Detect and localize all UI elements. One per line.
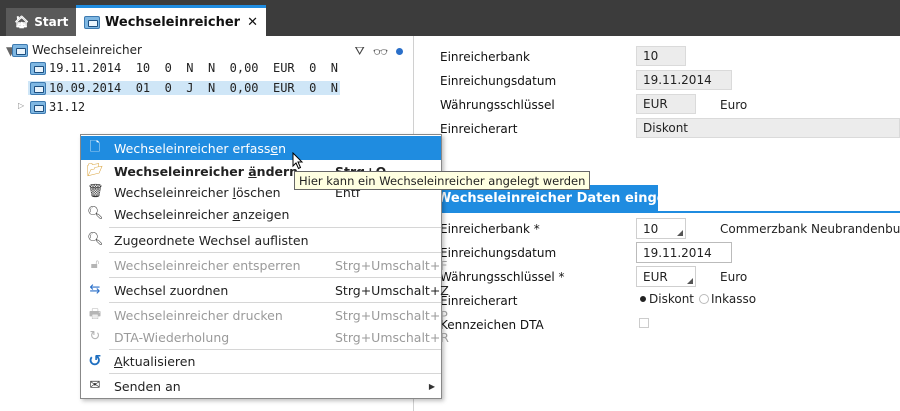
bank-label: Einreicherbank [440, 50, 530, 64]
menu-item-list-bills[interactable]: 🔍︎ Zugeordnete Wechsel auflisten [81, 228, 441, 252]
bill-submitter-icon [84, 15, 100, 29]
form-bank-name: Commerzbank Neubrandenburg [720, 222, 900, 236]
menu-item-print[interactable]: 🖶 Wechseleinreicher drucken Strg+Umschal… [81, 303, 448, 327]
tree-root-label: Wechseleinreicher [32, 43, 142, 57]
new-document-icon: 🗋 [89, 140, 101, 155]
form-date-label: Einreichungsdatum [440, 246, 557, 260]
tree-item-label: 31.12 [49, 100, 86, 114]
mouse-cursor-icon [292, 152, 304, 170]
date-label: Einreichungsdatum [440, 74, 557, 88]
menu-shortcut: Strg+Umschalt+P [335, 307, 448, 323]
tree-root[interactable]: Wechseleinreicher [12, 43, 142, 57]
expand-arrow-icon[interactable]: ▷ [18, 101, 24, 110]
menu-item-label: Wechsel zuordnen [114, 282, 229, 298]
menu-item-label: Wechseleinreicher löschen [114, 184, 281, 200]
send-mail-icon: ✉ [89, 378, 101, 393]
menu-item-label: Aktualisieren [114, 353, 196, 369]
form-date-value: 19.11.2014 [643, 245, 712, 260]
form-type-label: Einreicherart [440, 294, 518, 308]
radio-diskont-label: Diskont [649, 292, 694, 306]
form-currency-value: EUR [643, 269, 668, 284]
currency-label: Währungsschlüssel [440, 98, 555, 112]
submenu-arrow-icon: ▶ [428, 381, 435, 391]
form-date-input[interactable]: 19.11.2014 [636, 242, 732, 263]
tree-item-label: 19.11.2014 10 0 N N 0,00 EUR 0 N [49, 61, 338, 75]
tab-wechseleinreicher[interactable]: Wechseleinreicher ✕ [76, 5, 266, 36]
radio-inkasso[interactable] [699, 294, 709, 304]
tree-toolbar: ⛛ 👓︎ [355, 44, 403, 59]
home-icon: 🏠︎ [14, 15, 30, 29]
trash-icon: 🗑︎ [87, 184, 104, 199]
type-value: Diskont [636, 118, 900, 138]
radio-diskont[interactable] [640, 296, 646, 302]
tab-wechseleinreicher-label: Wechseleinreicher [105, 14, 241, 30]
menu-item-label: Wechseleinreicher anzeigen [114, 206, 290, 222]
menu-item-send-to[interactable]: ✉ Senden an ▶ [81, 374, 441, 398]
tab-start[interactable]: 🏠︎ Start [6, 8, 77, 36]
menu-item-label: Wechseleinreicher ändern [114, 163, 299, 179]
tree-item[interactable]: 19.11.2014 10 0 N N 0,00 EUR 0 N [28, 61, 340, 75]
radio-inkasso-label: Inkasso [711, 292, 757, 306]
menu-item-label: Wechseleinreicher entsperren [114, 257, 301, 273]
bill-submitter-icon [30, 100, 46, 114]
currency-value: EUR [636, 94, 696, 114]
menu-item-unlock[interactable]: 🔓︎ Wechseleinreicher entsperren Strg+Ums… [81, 253, 448, 277]
menu-item-create[interactable]: 🗋 Wechseleinreicher erfassen [81, 136, 441, 160]
tree-item-selected[interactable]: 10.09.2014 01 0 J N 0,00 EUR 0 N [28, 81, 340, 95]
menu-shortcut: Strg+Umschalt+F [335, 257, 448, 273]
tooltip: Hier kann ein Wechseleinreicher angelegt… [294, 171, 591, 190]
form-type-radio-group: Diskont Inkasso [637, 292, 756, 306]
menu-item-label: Wechseleinreicher erfassen [114, 140, 287, 156]
binoculars-icon[interactable]: 👓︎ [373, 45, 388, 59]
menu-item-label: Senden an [114, 378, 181, 394]
form-bank-label: Einreicherbank * [440, 222, 540, 236]
menu-item-label: Zugeordnete Wechsel auflisten [114, 232, 309, 248]
tree-item[interactable]: 31.12 [28, 100, 87, 114]
form-bank-value: 10 [643, 221, 659, 236]
form-dta-label: Kennzeichen DTA [440, 318, 544, 332]
dta-checkbox[interactable] [639, 318, 649, 328]
date-value: 19.11.2014 [636, 70, 732, 90]
menu-item-view[interactable]: 🔍︎ Wechseleinreicher anzeigen [81, 202, 441, 226]
status-dot-icon [396, 48, 403, 55]
refresh-icon: ↺ [88, 351, 102, 370]
form-currency-input[interactable]: EUR [636, 266, 696, 287]
menu-item-refresh[interactable]: ↺ Aktualisieren [81, 349, 441, 373]
menu-shortcut: Strg+Umschalt+R [335, 329, 449, 345]
assign-icon: ⇆ [89, 282, 101, 297]
bill-submitter-icon [30, 61, 46, 75]
form-bank-input[interactable]: 10 [636, 218, 686, 239]
bank-value: 10 [636, 46, 686, 66]
bill-submitter-icon [30, 81, 46, 95]
unlock-icon: 🔓︎ [90, 257, 100, 272]
filter-settings-icon[interactable]: ⛛ [355, 44, 365, 59]
folder-open-icon: 📂︎ [87, 163, 104, 178]
currency-name: Euro [720, 98, 748, 112]
repeat-icon: ↻ [89, 329, 101, 344]
tab-start-label: Start [34, 15, 69, 29]
menu-item-label: DTA-Wiederholung [114, 329, 230, 345]
view-document-icon: 🔍︎ [87, 206, 104, 221]
printer-icon: 🖶 [88, 307, 102, 322]
tab-bar: 🏠︎ Start Wechseleinreicher ✕ [0, 0, 900, 36]
form-currency-label: Währungsschlüssel * [440, 270, 565, 284]
close-icon[interactable]: ✕ [247, 15, 258, 30]
view-document-icon: 🔍︎ [87, 232, 104, 247]
form-header-line [415, 211, 900, 213]
form-currency-name: Euro [720, 270, 748, 284]
tree-item-label: 10.09.2014 01 0 J N 0,00 EUR 0 N [49, 81, 338, 95]
menu-item-label: Wechseleinreicher drucken [114, 307, 283, 323]
type-label: Einreicherart [440, 122, 518, 136]
bill-submitter-icon [12, 43, 28, 57]
menu-item-assign[interactable]: ⇆ Wechsel zuordnen Strg+Umschalt+Z [81, 278, 449, 302]
menu-shortcut: Strg+Umschalt+Z [335, 282, 449, 298]
menu-item-dta-repeat[interactable]: ↻ DTA-Wiederholung Strg+Umschalt+R [81, 325, 449, 349]
